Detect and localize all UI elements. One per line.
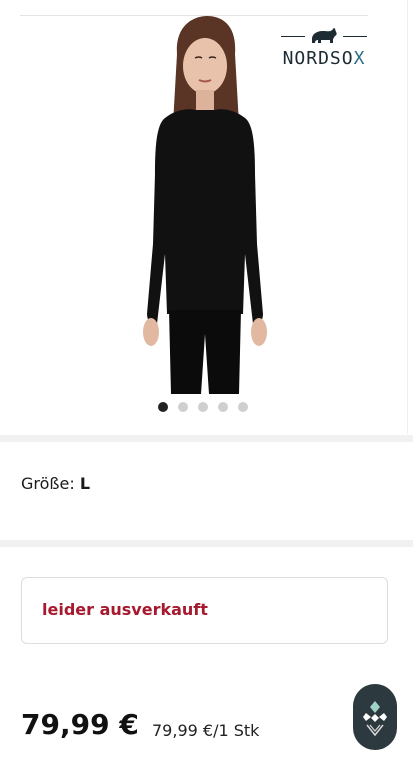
gallery-pagination[interactable] bbox=[158, 402, 248, 414]
section-divider bbox=[0, 435, 413, 442]
pagination-dot[interactable] bbox=[218, 402, 228, 412]
product-photo[interactable] bbox=[115, 14, 295, 394]
unit-price: 79,99 €/1 Stk bbox=[152, 721, 260, 740]
brand-emblem-button[interactable] bbox=[353, 684, 397, 750]
availability-box: leider ausverkauft bbox=[21, 577, 388, 644]
sold-out-label: leider ausverkauft bbox=[42, 600, 208, 619]
pagination-dot[interactable] bbox=[198, 402, 208, 412]
product-price: 79,99 € bbox=[21, 708, 139, 741]
product-image-card: NORDSOX bbox=[0, 0, 408, 434]
pagination-dot[interactable] bbox=[238, 402, 248, 412]
pagination-dot[interactable] bbox=[158, 402, 168, 412]
pagination-dot[interactable] bbox=[178, 402, 188, 412]
bear-icon bbox=[312, 28, 337, 43]
size-label: Größe: bbox=[21, 474, 75, 493]
brand-emblem-icon bbox=[363, 701, 387, 737]
size-info: Größe: L bbox=[21, 474, 90, 493]
size-value: L bbox=[79, 474, 91, 493]
section-divider bbox=[0, 540, 413, 547]
